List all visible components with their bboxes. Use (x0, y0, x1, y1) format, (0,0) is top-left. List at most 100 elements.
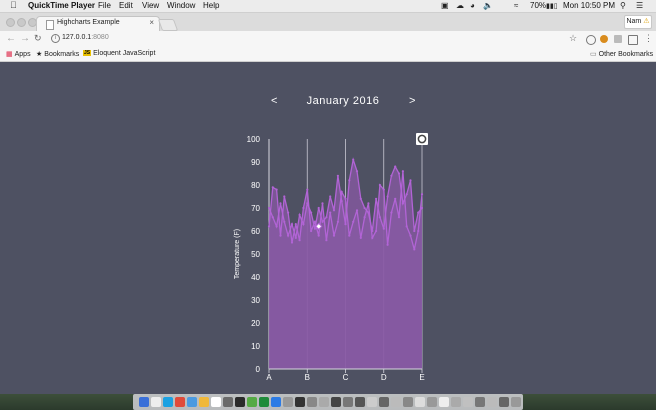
apple-icon[interactable]:  (10, 0, 17, 10)
history-icon[interactable] (586, 35, 596, 45)
extension-orange-icon[interactable] (600, 35, 608, 43)
bookmark-bookmarks[interactable]: ★ Bookmarks (36, 50, 79, 58)
y-tick-label: 10 (251, 342, 260, 351)
data-point (271, 186, 274, 189)
dock-app-icon[interactable] (211, 397, 221, 407)
close-window-button[interactable] (6, 18, 15, 27)
dock-app-icon[interactable] (367, 397, 377, 407)
dock-app-icon[interactable] (307, 397, 317, 407)
dock-app-icon[interactable] (379, 397, 389, 407)
dock-app-icon[interactable] (343, 397, 353, 407)
y-tick-label: 20 (251, 319, 260, 328)
extension-gray-icon[interactable] (614, 35, 622, 43)
data-point (382, 227, 385, 230)
chrome-menu-icon[interactable]: ⋮ (644, 33, 653, 44)
menu-edit[interactable]: Edit (119, 1, 133, 10)
dock-app-icon[interactable] (163, 397, 173, 407)
dock-app-icon[interactable] (295, 397, 305, 407)
data-point (267, 206, 271, 210)
y-tick-label: 30 (251, 296, 260, 305)
x-tick-label: A (266, 373, 272, 382)
menu-window[interactable]: Window (167, 1, 195, 10)
dock-app-icon[interactable] (415, 397, 425, 407)
bookmark-apps[interactable]: ▦ Apps (6, 50, 31, 58)
data-point (413, 248, 416, 251)
dock-app-icon[interactable] (247, 397, 257, 407)
data-point (397, 216, 401, 219)
wifi-icon[interactable]: ≈ (514, 1, 518, 10)
bookmark-eloquent-label: Eloquent JavaScript (93, 50, 156, 57)
menu-help[interactable]: Help (203, 1, 219, 10)
menu-file[interactable]: File (98, 1, 111, 10)
battery-percent[interactable]: 70% (530, 1, 546, 10)
dock-app-icon[interactable] (499, 397, 509, 407)
dock-app-icon[interactable] (235, 397, 245, 407)
data-point (367, 202, 370, 205)
dock-app-icon[interactable] (451, 397, 461, 407)
dock-app-icon[interactable] (487, 397, 497, 407)
notification-center-icon[interactable]: ☰ (636, 1, 643, 10)
bookmark-bookmarks-label: Bookmarks (44, 50, 80, 58)
bookmark-star-icon[interactable]: ☆ (569, 33, 577, 44)
x-tick-label: B (305, 373, 310, 382)
data-point (290, 241, 294, 244)
reload-icon[interactable]: ↻ (34, 33, 42, 44)
data-point (359, 197, 362, 200)
minimize-window-button[interactable] (17, 18, 26, 27)
dock-app-icon[interactable] (403, 397, 413, 407)
dock-app-icon[interactable] (139, 397, 149, 407)
url-port: :8080 (91, 34, 109, 41)
data-point (355, 209, 359, 212)
next-month-button[interactable]: > (409, 95, 415, 107)
volume-icon[interactable]: 🔈 (483, 1, 493, 10)
address-bar[interactable]: 127.0.0.1:8080 (62, 34, 109, 41)
dock-app-icon[interactable] (511, 397, 521, 407)
vpn-icon[interactable]: ▣ (441, 1, 449, 10)
menu-app-name[interactable]: QuickTime Player (28, 1, 95, 10)
page-favicon-icon (46, 20, 54, 30)
chart-menu-button[interactable] (416, 133, 428, 145)
dock-app-icon[interactable] (187, 397, 197, 407)
dock-app-icon[interactable] (259, 397, 269, 407)
data-point (287, 211, 290, 214)
dock-app-icon[interactable] (199, 397, 209, 407)
dock-app-icon[interactable] (271, 397, 281, 407)
menu-clock[interactable]: Mon 10:50 PM (563, 1, 615, 10)
cast-icon[interactable] (628, 35, 638, 45)
dock-app-icon[interactable] (151, 397, 161, 407)
new-tab-button[interactable] (157, 19, 179, 31)
dock-app-icon[interactable] (439, 397, 449, 407)
dock-app-icon[interactable] (331, 397, 341, 407)
data-point (336, 174, 339, 177)
forward-icon[interactable]: → (20, 33, 30, 44)
bookmark-eloquent-js[interactable]: JS Eloquent JavaScript (83, 50, 155, 57)
profile-button[interactable]: Nam ⚠ (624, 15, 652, 29)
dock-app-icon[interactable] (355, 397, 365, 407)
menu-view[interactable]: View (142, 1, 159, 10)
data-point (401, 170, 404, 173)
dock-app-icon[interactable] (283, 397, 293, 407)
spotlight-icon[interactable]: ⚲ (620, 1, 626, 10)
back-icon[interactable]: ← (6, 33, 16, 44)
data-point (363, 216, 366, 219)
prev-month-button[interactable]: < (271, 95, 277, 107)
site-info-icon[interactable]: i (51, 34, 60, 43)
js-badge-icon: JS (83, 50, 92, 57)
data-point (420, 193, 424, 196)
bookmark-apps-label: Apps (14, 50, 31, 58)
dock-app-icon[interactable] (319, 397, 329, 407)
bookmark-other[interactable]: ▭ Other Bookmarks (590, 50, 653, 58)
dock-app-icon[interactable] (391, 397, 401, 407)
battery-icon[interactable]: ▮▮▯ (546, 2, 558, 10)
dock-app-icon[interactable] (223, 397, 233, 407)
browser-tab-active[interactable]: Highcharts Example × (36, 16, 160, 32)
data-point (317, 206, 320, 210)
dock-app-icon[interactable] (463, 397, 473, 407)
dock-app-icon[interactable] (175, 397, 185, 407)
cloud-icon[interactable]: ☁ (456, 1, 464, 10)
tab-close-icon[interactable]: × (149, 18, 154, 27)
dock-app-icon[interactable] (427, 397, 437, 407)
profile-name: Nam (626, 18, 642, 25)
dock-app-icon[interactable] (475, 397, 485, 407)
sync-icon[interactable]: ◕ (470, 1, 475, 10)
